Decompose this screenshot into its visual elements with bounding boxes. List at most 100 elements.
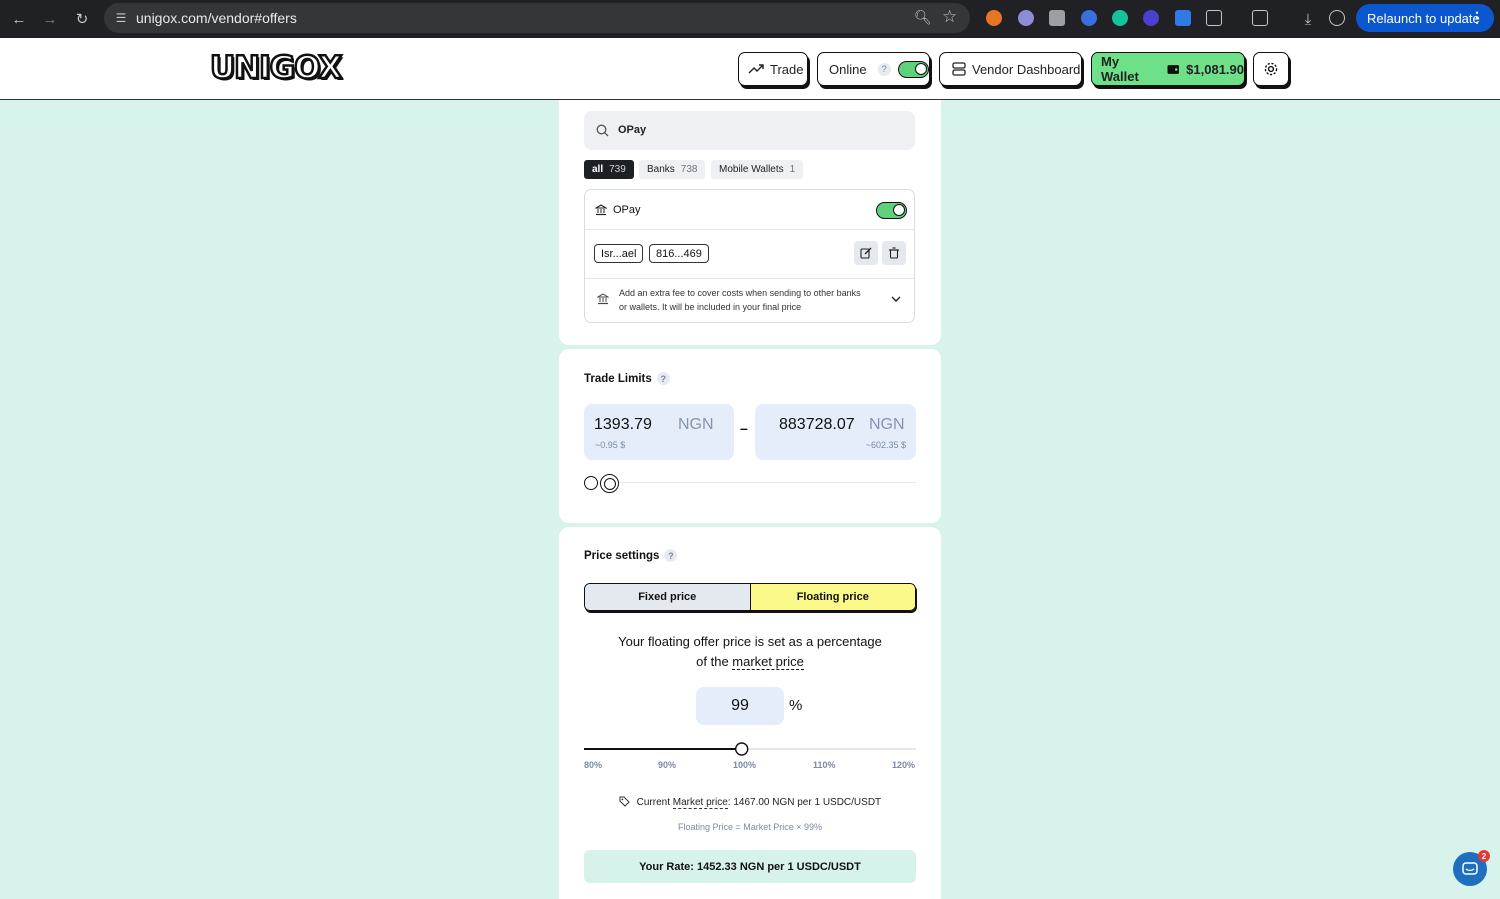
grammarly-icon[interactable] (1112, 10, 1128, 26)
online-help-icon[interactable]: ? (877, 62, 891, 76)
price-settings-title: Price settings (584, 549, 660, 562)
extension-icon[interactable] (1018, 10, 1034, 26)
bank-icon (595, 204, 607, 216)
bookmark-star-icon[interactable]: ☆ (942, 7, 957, 27)
chevron-down-icon[interactable] (891, 296, 901, 303)
max-range-handle[interactable] (600, 474, 619, 493)
market-price-link[interactable]: market price (732, 654, 804, 670)
delete-button[interactable] (882, 241, 906, 265)
payment-method-toggle[interactable] (876, 202, 907, 219)
url-text[interactable]: unigox.com/vendor#offers (136, 10, 297, 26)
filter-count: 1 (789, 164, 796, 175)
price-settings-help-icon[interactable]: ? (664, 549, 678, 562)
filter-mobile-wallets[interactable]: Mobile Wallets 1 (711, 160, 804, 179)
extra-fee-line: or wallets. It will be included in your … (619, 301, 802, 312)
limits-separator: – (740, 420, 748, 436)
max-amount[interactable]: 883728.07 (779, 416, 855, 434)
market-label: Current (636, 797, 673, 808)
max-usd: ~602.35 $ (865, 440, 906, 450)
online-label: Online (829, 61, 867, 77)
percentage-slider[interactable] (584, 740, 916, 758)
browser-toolbar: ← → ↻ ☰ unigox.com/vendor#offers 🔍︎ ☆ ⤓ … (0, 0, 1500, 38)
trade-limits-title: Trade Limits (584, 372, 652, 385)
tag-icon (619, 796, 630, 807)
payment-methods-card: OPay all 739 Banks 738 Mobile Wallets 1 … (559, 100, 941, 345)
filter-count: 739 (609, 164, 626, 175)
account-name-chip[interactable]: Isr...ael (594, 244, 644, 263)
online-toggle[interactable] (897, 60, 929, 78)
chat-launcher-button[interactable]: 2 (1453, 850, 1490, 886)
relaunch-label: Relaunch to update (1367, 10, 1480, 26)
floating-description: Your floating offer price is set as a pe… (559, 632, 941, 672)
app-header: UNIGOX Trade Online ? Vendor Dashboard M… (0, 38, 1500, 100)
current-market-price: Current Market price: 1467.00 NGN per 1 … (559, 796, 941, 809)
price-settings-card: Price settings ? Fixed price Floating pr… (559, 527, 941, 899)
min-amount[interactable]: 1393.79 (594, 416, 652, 434)
tab-search-icon[interactable] (1252, 10, 1268, 26)
trade-limits-help-icon[interactable]: ? (656, 372, 670, 385)
unigox-logo[interactable]: UNIGOX (209, 49, 344, 88)
slider-tick-label: 90% (658, 760, 677, 770)
site-settings-icon[interactable]: ☰ (113, 10, 129, 26)
tab-floating-price[interactable]: Floating price (750, 584, 915, 610)
edit-button[interactable] (854, 241, 878, 265)
payment-method-name: OPay (613, 204, 641, 216)
min-limit-input[interactable]: 1393.79 NGN ~0.95 $ (584, 404, 734, 460)
limits-range-track[interactable] (584, 482, 916, 483)
account-number-chip[interactable]: 816...469 (649, 244, 709, 263)
slider-handle[interactable] (734, 742, 749, 756)
min-range-handle[interactable] (584, 476, 598, 490)
extra-fee-line: Add an extra fee to cover costs when sen… (619, 288, 861, 298)
tab-fixed-price[interactable]: Fixed price (585, 584, 751, 610)
tag-extension-icon[interactable] (1175, 10, 1191, 26)
slider-tick-label: 80% (584, 760, 603, 770)
min-currency: NGN (678, 416, 714, 433)
profile-icon[interactable] (1329, 10, 1345, 26)
percentage-input[interactable]: 99 (696, 687, 784, 725)
min-usd: ~0.95 $ (595, 440, 626, 450)
search-input-value[interactable]: OPay (618, 124, 646, 136)
filter-banks[interactable]: Banks 738 (639, 160, 706, 179)
downloads-icon[interactable]: ⤓ (1297, 8, 1319, 30)
extension-icon[interactable] (1081, 10, 1097, 26)
my-wallet-button[interactable]: My Wallet $1,081.90 (1091, 52, 1245, 86)
online-status-control[interactable]: Online ? (817, 52, 930, 86)
description-line: Your floating offer price is set as a pe… (618, 634, 882, 649)
menu-dots-icon[interactable]: ⋮ (1470, 9, 1484, 26)
trash-icon (889, 247, 899, 259)
price-type-switch[interactable]: Fixed price Floating price (584, 583, 916, 611)
extensions-puzzle-icon[interactable] (1206, 10, 1222, 26)
search-icon (596, 124, 609, 137)
relaunch-button[interactable]: Relaunch to update ⋮ (1356, 4, 1494, 32)
description-text: of the (696, 654, 733, 669)
trade-label: Trade (770, 61, 804, 77)
your-rate-box: Your Rate: 1452.33 NGN per 1 USDC/USDT (584, 850, 916, 883)
wallet-icon (1167, 64, 1179, 74)
slider-tick-label: 120% (892, 760, 916, 770)
address-bar[interactable]: ☰ unigox.com/vendor#offers 🔍︎ ☆ (104, 3, 970, 33)
slider-tick-label: 100% (733, 760, 757, 770)
market-price-link[interactable]: Market price (672, 797, 728, 809)
zoom-icon[interactable]: 🔍︎ (914, 9, 932, 26)
payment-method-search[interactable]: OPay (584, 111, 915, 150)
trade-button[interactable]: Trade (738, 52, 808, 86)
chat-icon (1462, 861, 1478, 875)
forward-icon[interactable]: → (39, 8, 61, 30)
reload-icon[interactable]: ↻ (71, 8, 93, 30)
vendor-dashboard-button[interactable]: Vendor Dashboard (939, 52, 1082, 86)
percent-sign: % (789, 697, 803, 714)
wallet-balance: $1,081.90 (1186, 61, 1244, 77)
settings-button[interactable] (1253, 52, 1289, 86)
filter-all[interactable]: all 739 (584, 160, 634, 179)
vendor-dashboard-label: Vendor Dashboard (972, 61, 1081, 77)
filter-count: 738 (680, 164, 698, 175)
extension-icon[interactable] (1049, 10, 1065, 26)
filter-label: Mobile Wallets (719, 164, 784, 175)
wallet-label: My Wallet (1101, 54, 1139, 84)
market-value: : 1467.00 NGN per 1 USDC/USDT (727, 797, 882, 808)
max-limit-input[interactable]: 883728.07 NGN ~602.35 $ (755, 404, 916, 460)
metamask-extension-icon[interactable] (986, 10, 1002, 26)
back-icon[interactable]: ← (8, 8, 30, 30)
filter-label: Banks (647, 164, 675, 175)
extension-icon[interactable] (1143, 10, 1159, 26)
